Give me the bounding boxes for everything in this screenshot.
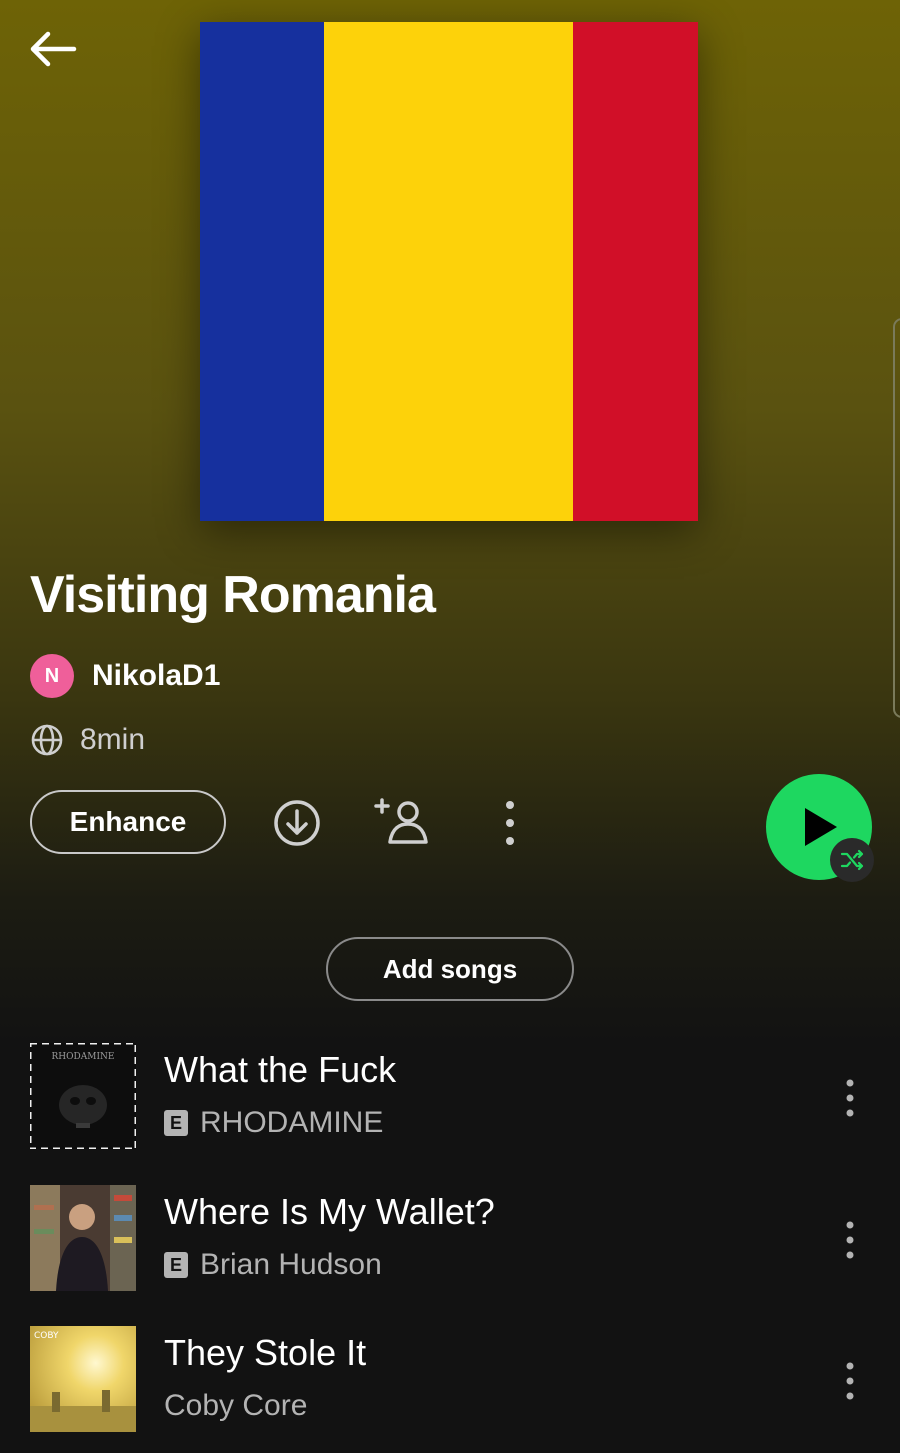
playlist-screen: Visiting Romania N NikolaD1 8min Enhance [0,0,900,1453]
svg-text:RHODAMINE: RHODAMINE [52,1052,115,1062]
track-subtitle: E Brian Hudson [164,1247,382,1283]
track-more-button[interactable] [832,1073,868,1123]
add-songs-button[interactable]: Add songs [326,937,574,1001]
track-row[interactable]: RHODAMINE What the Fuck E RHODAMINE [0,1043,900,1151]
cover-stripe-blue [200,22,324,521]
track-more-button[interactable] [832,1215,868,1265]
arrow-left-icon [30,31,77,67]
track-artist: RHODAMINE [200,1106,384,1139]
more-options-button[interactable] [490,796,530,850]
explicit-badge: E [164,1110,188,1136]
download-button[interactable] [270,796,324,850]
track-title: Where Is My Wallet? [164,1191,495,1232]
track-artwork [30,1185,136,1291]
globe-icon [31,724,63,756]
playlist-duration: 8min [80,723,146,756]
avatar: N [30,654,74,698]
playlist-cover [200,22,698,521]
back-button[interactable] [24,26,80,72]
track-artwork: COBY [30,1326,136,1432]
play-icon [805,808,837,846]
track-title: They Stole It [164,1332,367,1373]
cover-stripe-yellow [324,22,573,521]
enhance-button[interactable]: Enhance [30,790,226,854]
explicit-badge: E [164,1252,188,1278]
track-more-button[interactable] [832,1356,868,1406]
shuffle-button[interactable] [830,838,874,882]
more-vertical-icon [846,1221,854,1259]
track-title: What the Fuck [164,1049,397,1090]
more-vertical-icon [506,801,514,845]
track-subtitle: E RHODAMINE [164,1105,383,1141]
track-artist: Coby Core [164,1389,308,1422]
playlist-title: Visiting Romania [30,566,436,624]
owner-name: NikolaD1 [92,659,221,692]
owner-link[interactable]: N NikolaD1 [30,653,220,699]
track-artwork: RHODAMINE [30,1043,136,1149]
more-vertical-icon [846,1079,854,1117]
add-collaborator-button[interactable] [374,792,434,848]
track-row[interactable]: COBY They Stole It Coby Core [0,1326,900,1434]
download-icon [274,800,320,846]
shuffle-icon [840,849,864,871]
playlist-meta: 8min [30,720,145,760]
track-artist: Brian Hudson [200,1248,382,1281]
add-user-icon [374,798,428,844]
track-subtitle: Coby Core [164,1388,307,1424]
track-row[interactable]: Where Is My Wallet? E Brian Hudson [0,1185,900,1293]
svg-text:COBY: COBY [34,1331,59,1341]
more-vertical-icon [846,1362,854,1400]
fast-scroll-handle[interactable] [893,318,900,718]
cover-stripe-red [573,22,698,521]
